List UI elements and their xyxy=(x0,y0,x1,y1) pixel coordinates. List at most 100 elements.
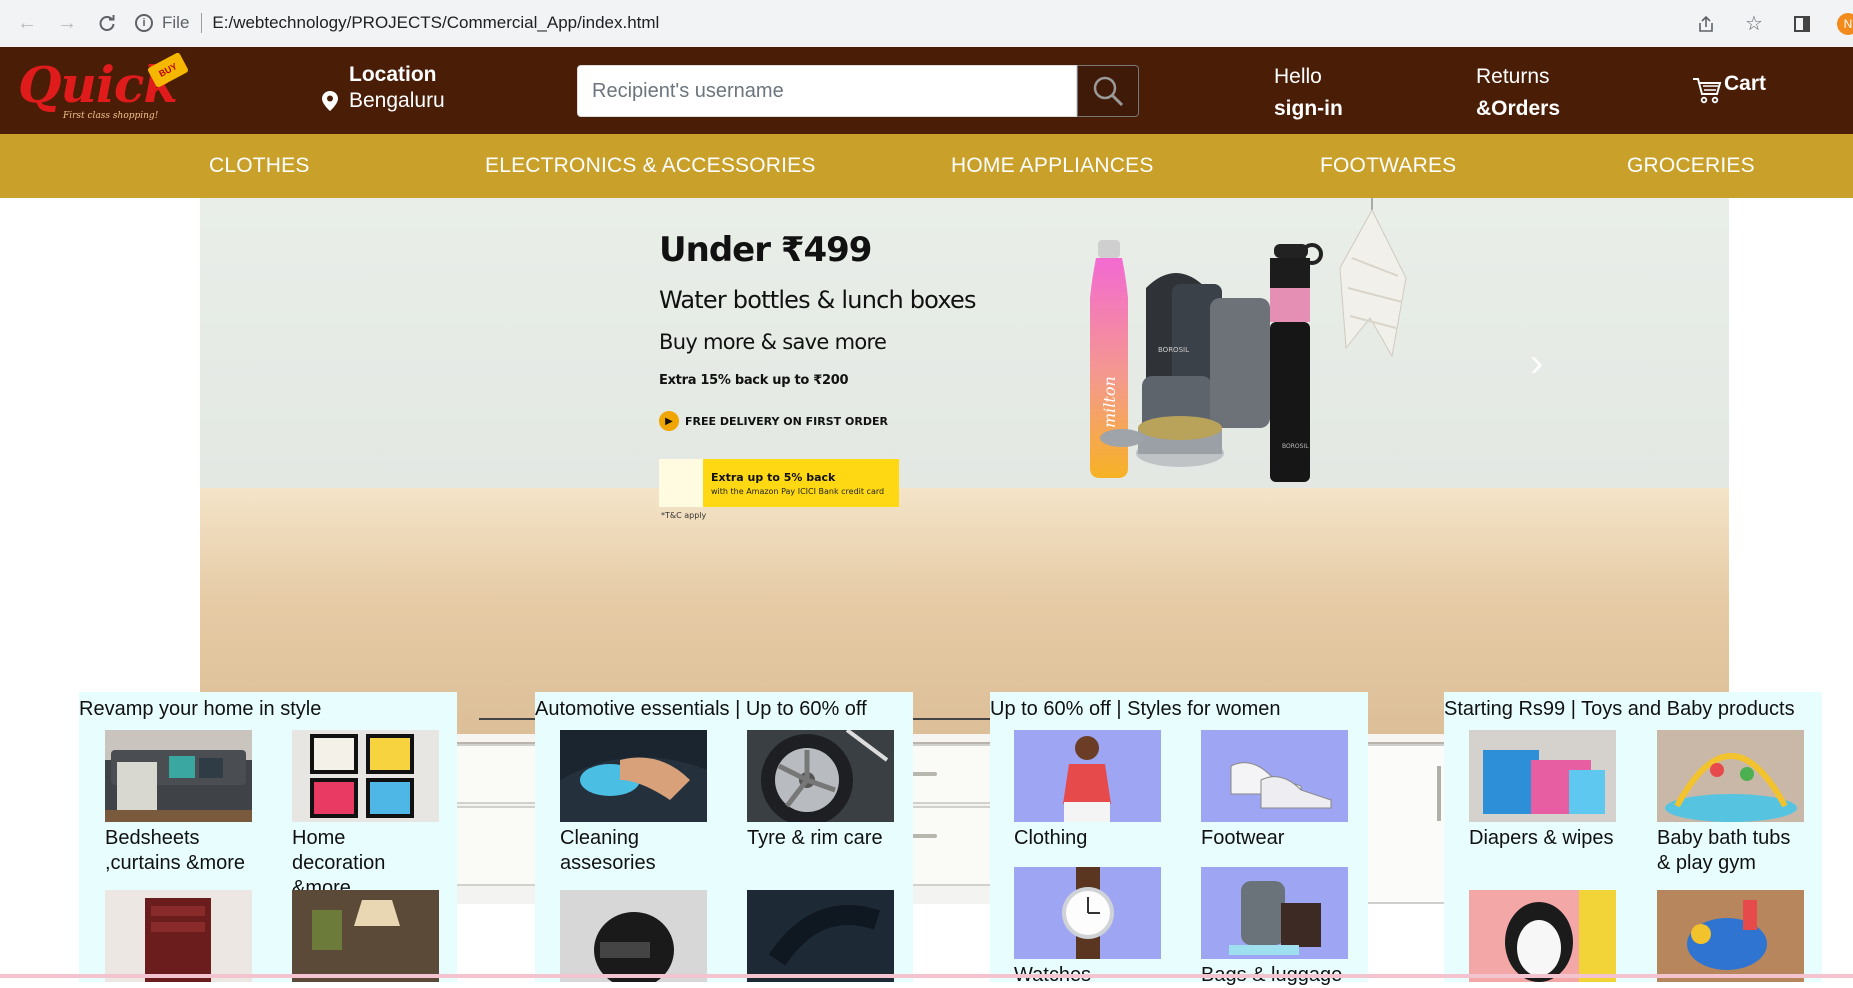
tile-bags[interactable]: Bags & luggage xyxy=(1201,867,1348,988)
tile-cleaning[interactable]: Cleaning assesories xyxy=(560,730,707,876)
account-link[interactable]: Hello sign-in xyxy=(1274,61,1343,125)
category-home-appliances[interactable]: HOME APPLIANCES xyxy=(951,134,1154,198)
category-footwares[interactable]: FOOTWARES xyxy=(1320,134,1456,198)
svg-text:BOROSIL: BOROSIL xyxy=(1282,443,1309,450)
search-bar xyxy=(577,65,1139,117)
hero-subhead: Water bottles & lunch boxes xyxy=(659,286,976,314)
logo-wordmark: Quick xyxy=(18,55,178,114)
profile-avatar[interactable]: N xyxy=(1837,12,1853,35)
tile-watches[interactable]: Watches xyxy=(1014,867,1161,988)
card-automotive: Automotive essentials | Up to 60% off Cl… xyxy=(535,692,913,982)
search-button[interactable] xyxy=(1077,65,1139,117)
orders-link[interactable]: Returns &Orders xyxy=(1476,61,1560,125)
card-home: Revamp your home in style Bedsheets ,cur… xyxy=(79,692,457,982)
clothing-image xyxy=(1014,730,1161,822)
penguin-toy-image xyxy=(1469,890,1616,982)
url-separator xyxy=(201,13,203,33)
tile-rocker-toy[interactable] xyxy=(1657,890,1804,982)
tile-play-gym-label: Baby bath tubs & play gym xyxy=(1657,827,1791,874)
cart-button[interactable]: Cart xyxy=(1692,72,1766,104)
tile-footwear-label: Footwear xyxy=(1201,827,1285,849)
category-clothes[interactable]: CLOTHES xyxy=(209,134,310,198)
card-toys-baby: Starting Rs99 | Toys and Baby products D… xyxy=(1444,692,1822,982)
lamp-image xyxy=(292,890,439,982)
vacuum-image xyxy=(747,890,894,982)
svg-text:BOROSIL: BOROSIL xyxy=(1158,346,1189,354)
tile-bedsheets-label: Bedsheets ,curtains &more xyxy=(105,827,246,874)
share-icon[interactable] xyxy=(1693,11,1719,37)
water-bottles-lunchbox-image: milton BOROSIL BOROSIL xyxy=(1090,240,1323,482)
tile-shoe-rack[interactable] xyxy=(105,890,252,982)
cart-label: Cart xyxy=(1724,72,1767,95)
search-input[interactable] xyxy=(577,65,1077,117)
car-cleaning-image xyxy=(560,730,707,822)
tile-play-gym[interactable]: Baby bath tubs & play gym xyxy=(1657,730,1804,876)
url-text[interactable]: E:/webtechnology/PROJECTS/Commercial_App… xyxy=(212,13,659,33)
tile-clothing-label: Clothing xyxy=(1014,827,1088,849)
category-groceries[interactable]: GROCERIES xyxy=(1627,134,1755,198)
tile-footwear[interactable]: Footwear xyxy=(1201,730,1348,851)
tile-cleaning-label: Cleaning assesories xyxy=(560,827,656,874)
orders-label: &Orders xyxy=(1476,97,1561,120)
hero-headline: Under ₹499 xyxy=(659,230,872,270)
terms-note: *T&C apply xyxy=(661,511,707,520)
site-header: Quick BUY First class shopping! Location… xyxy=(0,47,1853,134)
browser-toolbar: ← → i File E:/webtechnology/PROJECTS/Com… xyxy=(0,0,1853,47)
play-gym-image xyxy=(1657,730,1804,822)
svg-text:milton: milton xyxy=(1100,376,1119,428)
delivery-truck-icon: ▶ xyxy=(659,411,679,431)
sign-in-link[interactable]: sign-in xyxy=(1274,93,1343,125)
card-automotive-title: Automotive essentials | Up to 60% off xyxy=(535,698,867,720)
hero-tagline: Buy more & save more xyxy=(659,330,887,354)
card-home-title: Revamp your home in style xyxy=(79,698,322,720)
tile-penguin-toy[interactable] xyxy=(1469,890,1616,982)
hero-delivery: ▶ FREE DELIVERY ON FIRST ORDER xyxy=(659,411,888,431)
site-info-icon[interactable]: i xyxy=(135,14,153,32)
sneakers-image xyxy=(1201,730,1348,822)
tile-diapers-label: Diapers & wipes xyxy=(1469,827,1614,849)
category-nav: CLOTHES ELECTRONICS & ACCESSORIES HOME A… xyxy=(0,134,1853,198)
hero-offer: Extra 15% back up to ₹200 xyxy=(659,373,849,388)
bag-image xyxy=(1201,867,1348,959)
watch-image xyxy=(1014,867,1161,959)
account-greeting: Hello xyxy=(1274,65,1322,88)
cart-icon xyxy=(1693,78,1722,104)
tile-tyre[interactable]: Tyre & rim care xyxy=(747,730,894,851)
bank-offer-title: Extra up to 5% back xyxy=(711,470,836,484)
url-scheme: File xyxy=(162,13,190,32)
tile-lamp[interactable] xyxy=(292,890,439,982)
returns-label: Returns xyxy=(1476,65,1550,88)
diapers-image xyxy=(1469,730,1616,822)
tile-home-decoration[interactable]: Home decoration &more xyxy=(292,730,439,901)
search-icon xyxy=(1093,76,1124,107)
location-label: Location xyxy=(349,63,437,86)
card-women-styles: Up to 60% off | Styles for women Clothin… xyxy=(990,692,1368,986)
sofa-image xyxy=(105,730,252,822)
forward-arrow-icon[interactable]: → xyxy=(54,11,80,37)
reload-icon[interactable] xyxy=(94,11,120,37)
side-panel-icon[interactable] xyxy=(1789,11,1815,37)
category-electronics[interactable]: ELECTRONICS & ACCESSORIES xyxy=(485,134,816,198)
hero-delivery-text: FREE DELIVERY ON FIRST ORDER xyxy=(685,414,888,428)
card-toys-title: Starting Rs99 | Toys and Baby products xyxy=(1444,698,1795,720)
bank-offer-card: Extra up to 5% back with the Amazon Pay … xyxy=(659,459,899,507)
tile-bedsheets[interactable]: Bedsheets ,curtains &more xyxy=(105,730,252,876)
back-arrow-icon[interactable]: ← xyxy=(14,11,40,37)
frames-image xyxy=(292,730,439,822)
shoe-rack-image xyxy=(105,890,252,982)
tile-clothing[interactable]: Clothing xyxy=(1014,730,1161,851)
bank-offer-sub: with the Amazon Pay ICICI Bank credit ca… xyxy=(711,486,885,496)
bookmark-star-icon[interactable]: ☆ xyxy=(1741,11,1767,37)
tyre-image xyxy=(747,730,894,822)
location-city: Bengaluru xyxy=(349,89,445,112)
tile-helmet[interactable] xyxy=(560,890,707,982)
helmet-image xyxy=(560,890,707,982)
tile-vacuum[interactable] xyxy=(747,890,894,982)
address-bar[interactable]: i File E:/webtechnology/PROJECTS/Commerc… xyxy=(135,6,1623,40)
carousel-next-icon[interactable]: › xyxy=(1530,343,1560,383)
location-selector[interactable]: Location Bengaluru xyxy=(322,63,445,113)
tile-diapers[interactable]: Diapers & wipes xyxy=(1469,730,1616,851)
card-women-title: Up to 60% off | Styles for women xyxy=(990,698,1281,720)
rocker-toy-image xyxy=(1657,890,1804,982)
quick-logo[interactable]: Quick BUY First class shopping! xyxy=(18,51,190,125)
